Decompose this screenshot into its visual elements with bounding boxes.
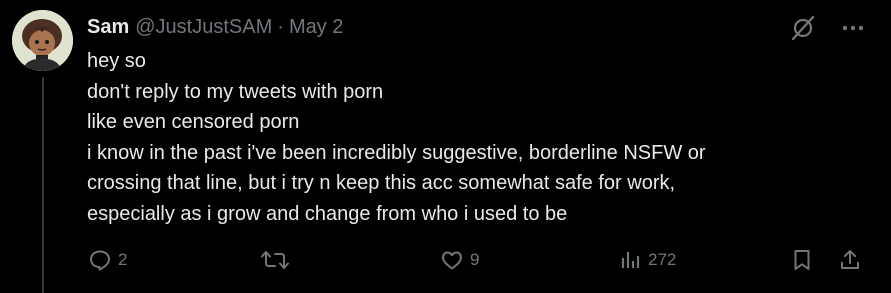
retweet-button[interactable] [260, 244, 290, 276]
display-name[interactable]: Sam [87, 16, 129, 39]
reply-count: 2 [118, 250, 128, 269]
like-button[interactable]: 9 [440, 244, 479, 276]
tweet-text-line: like even censored porn [87, 111, 300, 133]
grok-slash-icon[interactable] [789, 14, 817, 42]
tweet-text-line: i know in the past i've been incredibly … [87, 141, 706, 164]
action-bar: 2 9 272 [88, 244, 868, 276]
avatar-illustration [12, 10, 73, 71]
like-count: 9 [470, 250, 480, 269]
bookmark-icon [794, 250, 810, 270]
tweet-text: hey so don't reply to my tweets with por… [87, 46, 867, 229]
thread-line [42, 77, 44, 293]
header-separator: · [277, 15, 284, 38]
tweet-header: Sam @JustJustSAM · May 2 [87, 14, 343, 40]
tweet-text-line: don't reply to my tweets with porn [87, 80, 384, 103]
top-actions [789, 14, 867, 42]
view-count: 272 [648, 250, 677, 269]
reply-icon [90, 250, 110, 271]
tweet-text-line: especially as i grow and change from who… [87, 202, 568, 225]
tweet-text-line: hey so [87, 50, 146, 72]
user-handle[interactable]: @JustJustSAM [135, 16, 272, 39]
share-button[interactable] [838, 244, 862, 276]
tweet[interactable]: Sam @JustJustSAM · May 2 hey so don't re… [0, 0, 891, 293]
retweet-icon [261, 251, 289, 269]
bookmark-button[interactable] [790, 244, 814, 276]
tweet-text-line: crossing that line, but i try n keep thi… [87, 172, 676, 194]
reply-button[interactable]: 2 [88, 244, 127, 276]
views-icon [621, 252, 640, 268]
tweet-date[interactable]: May 2 [289, 16, 343, 39]
like-icon [442, 251, 462, 270]
views-button[interactable]: 272 [618, 244, 676, 276]
more-options-icon[interactable] [839, 14, 867, 42]
share-icon [841, 250, 859, 269]
avatar[interactable] [12, 10, 73, 71]
